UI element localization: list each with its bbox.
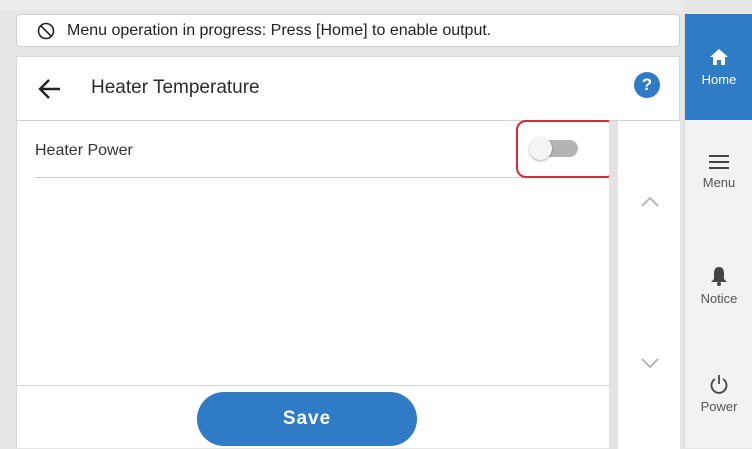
- top-strip: [0, 0, 684, 10]
- help-icon: ?: [641, 75, 653, 94]
- sidebar-item-notice[interactable]: Notice: [685, 266, 752, 326]
- hamburger-menu-icon: [709, 155, 729, 169]
- sidebar-item-label: Power: [700, 399, 738, 414]
- panel-footer: Save: [17, 385, 609, 449]
- chevron-up-icon[interactable]: [640, 196, 660, 208]
- heater-power-toggle[interactable]: [529, 137, 578, 160]
- scroll-area: [609, 121, 680, 449]
- banner-text: Menu operation in progress: Press [Home]…: [67, 21, 492, 39]
- back-arrow-icon[interactable]: [37, 76, 63, 102]
- panel-header: Heater Temperature ?: [17, 57, 679, 121]
- home-icon: [710, 49, 728, 65]
- help-button[interactable]: ?: [634, 72, 660, 98]
- settings-panel: Heater Temperature ? Heater Power Save: [16, 56, 680, 449]
- sidebar-item-label: Home: [701, 72, 737, 87]
- toggle-knob: [529, 137, 552, 160]
- bell-icon: [711, 267, 727, 286]
- setting-row-heater-power: Heater Power: [35, 120, 616, 178]
- chevron-down-icon[interactable]: [640, 357, 660, 369]
- settings-list: Heater Power: [17, 120, 616, 385]
- no-entry-icon: [37, 22, 55, 39]
- setting-label: Heater Power: [35, 142, 133, 159]
- sidebar: Home Menu Notice Power: [684, 14, 752, 448]
- sidebar-item-power[interactable]: Power: [685, 374, 752, 434]
- status-banner: Menu operation in progress: Press [Home]…: [16, 14, 680, 47]
- save-button[interactable]: Save: [197, 392, 417, 446]
- sidebar-item-label: Menu: [702, 175, 736, 190]
- power-icon: [710, 375, 728, 394]
- sidebar-item-home[interactable]: Home: [685, 14, 752, 120]
- scrollbar[interactable]: [610, 121, 618, 449]
- sidebar-item-menu[interactable]: Menu: [685, 154, 752, 214]
- page-title: Heater Temperature: [91, 77, 260, 98]
- sidebar-item-label: Notice: [700, 291, 738, 306]
